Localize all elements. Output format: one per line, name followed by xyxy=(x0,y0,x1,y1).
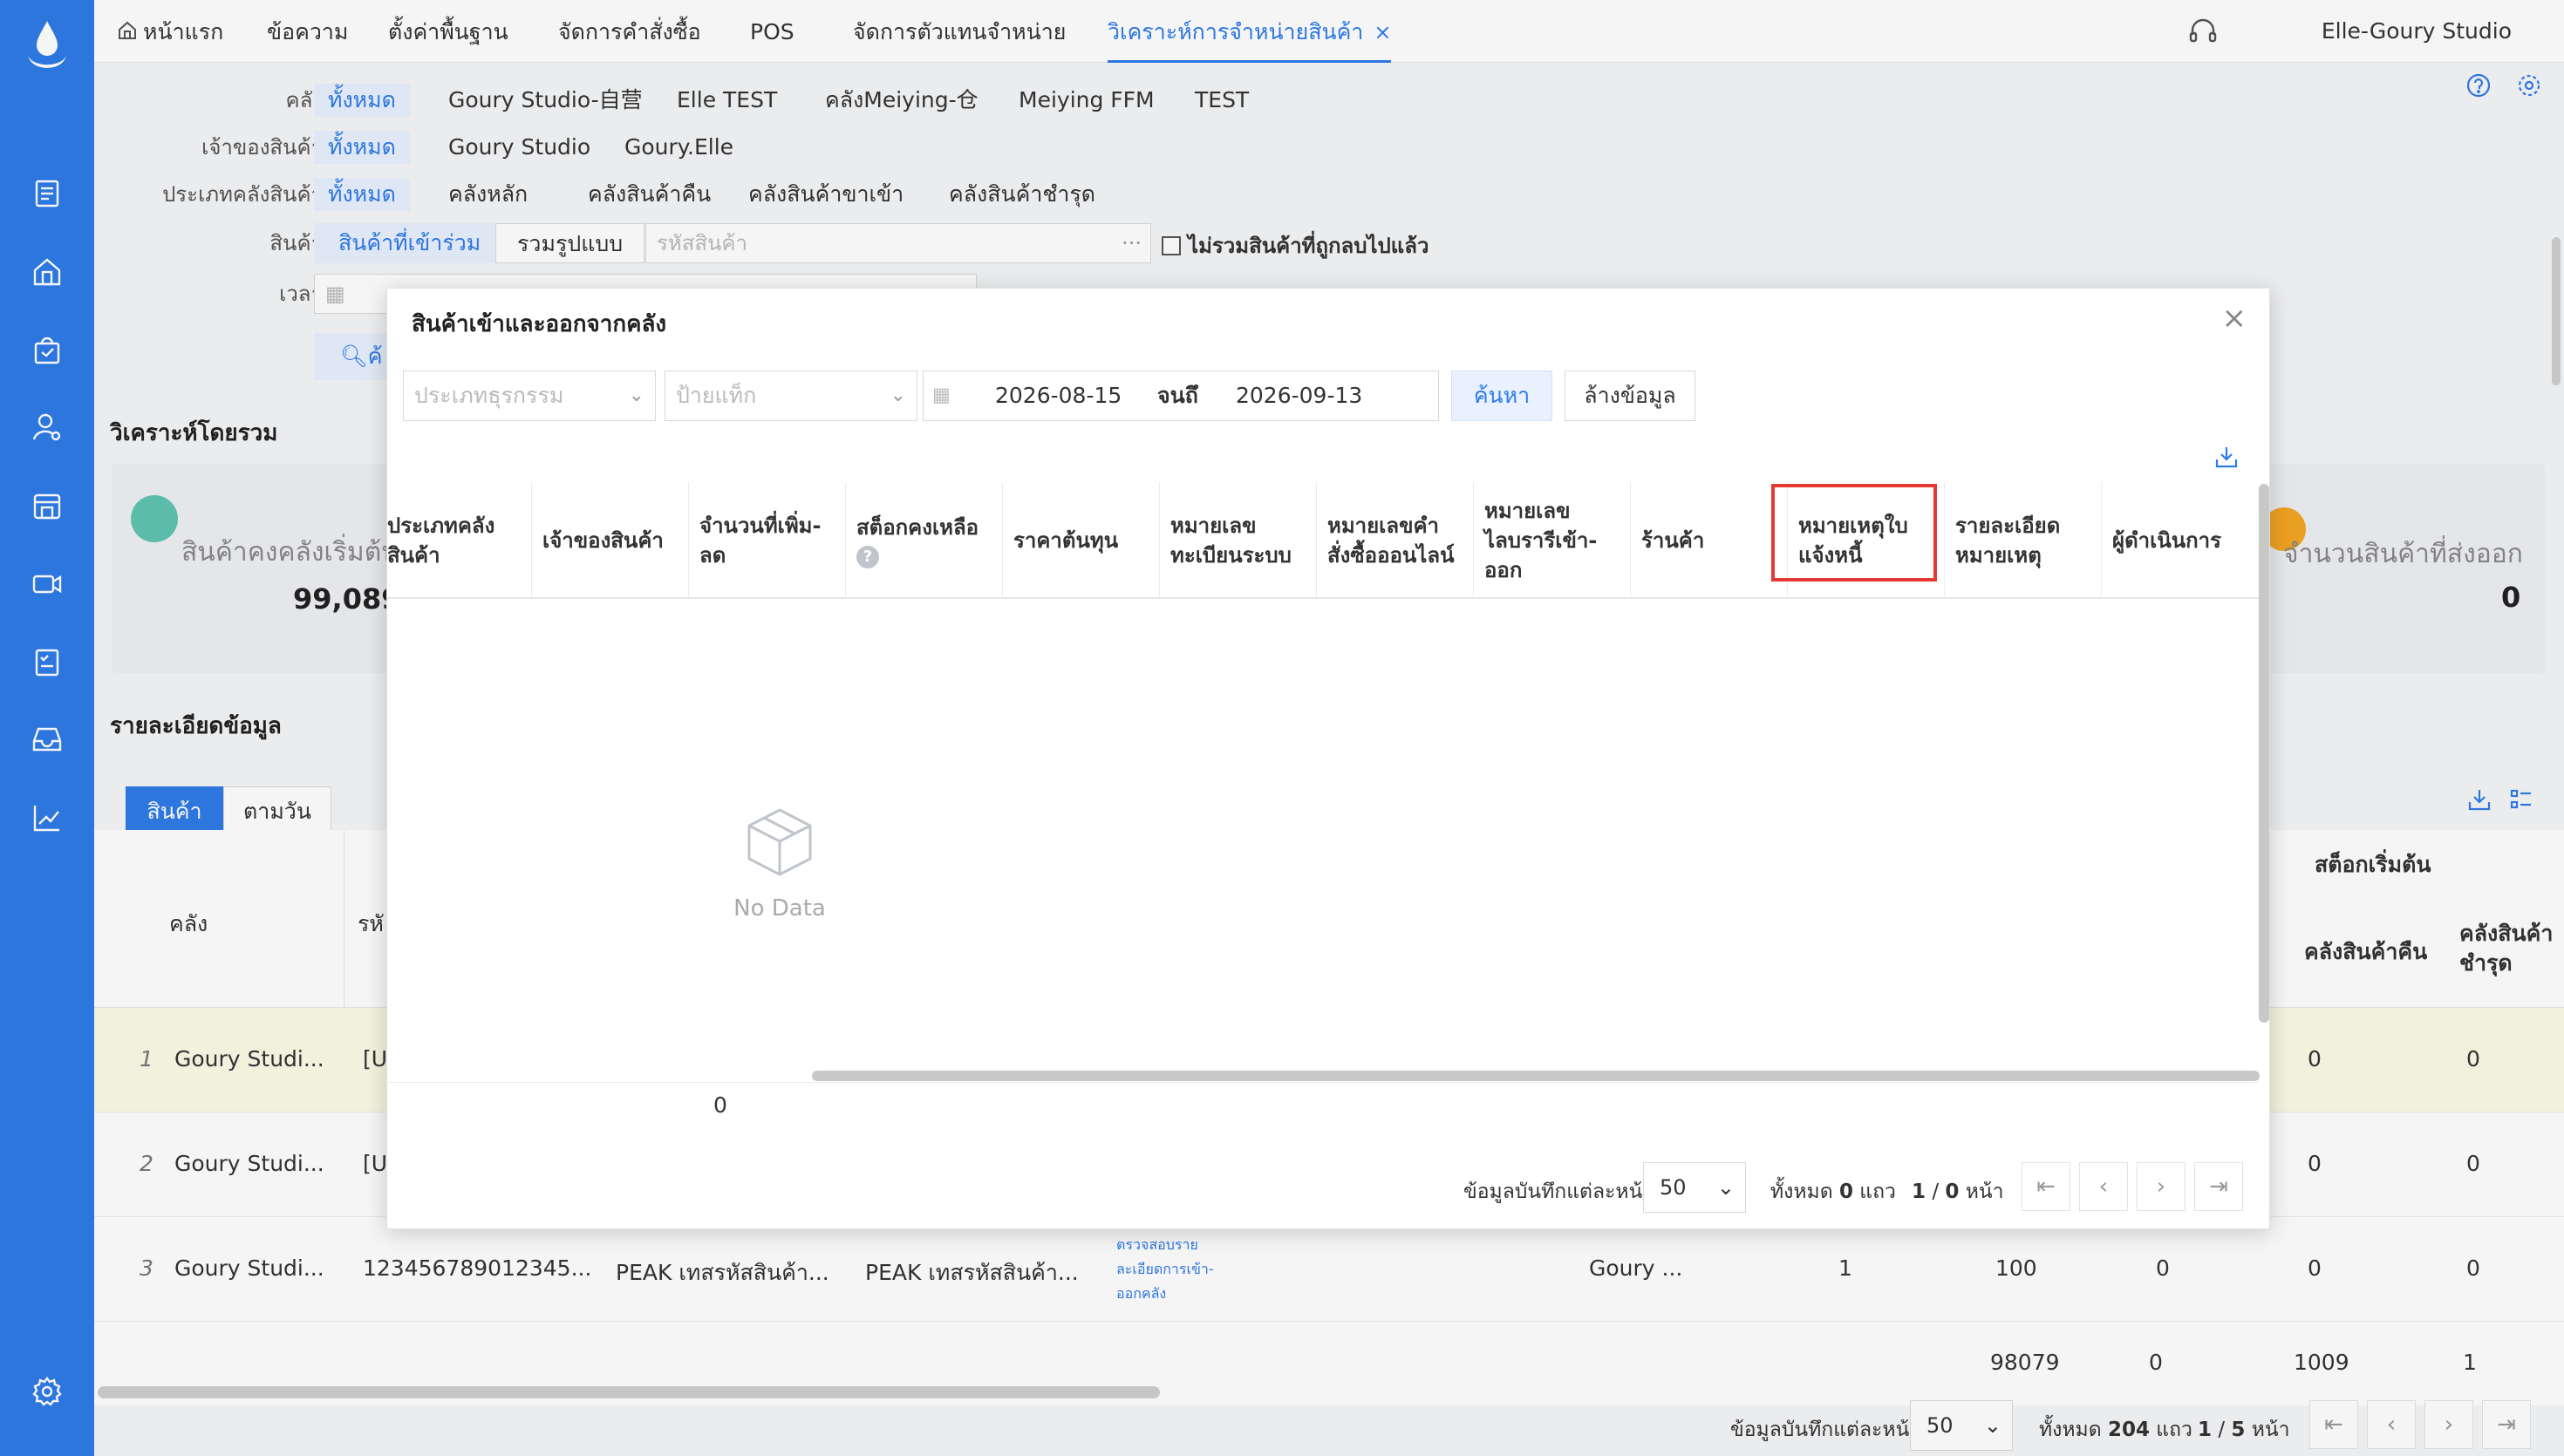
col-header-note-detail[interactable]: รายละเอียดหมายเหตุ xyxy=(1945,482,2102,599)
no-data-text: No Data xyxy=(733,895,826,922)
per-page-select[interactable]: 50 ⌄ xyxy=(1643,1162,1746,1213)
col-header-shop[interactable]: ร้านค้า xyxy=(1631,482,1788,599)
col-label: สต็อกคงเหลือ xyxy=(856,515,979,540)
col-label: รายละเอียด xyxy=(1955,514,2061,538)
transaction-type-select[interactable]: ประเภทธุรกรรม ⌄ xyxy=(403,371,656,421)
divider xyxy=(387,1082,2259,1083)
col-label: ผู้ดำเนินการ xyxy=(2112,528,2222,553)
stock-inout-modal: สินค้าเข้าและออกจากคลัง × ประเภทธุรกรรม ⌄… xyxy=(386,288,2270,1229)
page-unit: หน้า xyxy=(1965,1180,2004,1203)
col-label: หมายเลข xyxy=(1170,514,1257,538)
date-range-picker[interactable]: ▦ 2026-08-15 จนถึ 2026-09-13 xyxy=(923,371,1439,421)
total-unit: แถว xyxy=(1859,1180,1896,1203)
total-rows: ทั้งหมด 0 แถว xyxy=(1770,1176,1896,1208)
col-header-remaining-stock[interactable]: สต็อกคงเหลือ? xyxy=(846,482,1003,599)
col-label: ประเภทคลัง xyxy=(387,514,495,538)
col-label: หมายเหตุ xyxy=(1955,543,2042,568)
no-data-placeholder: No Data xyxy=(727,803,832,922)
col-label: ร้านค้า xyxy=(1641,528,1705,553)
col-label: ลด xyxy=(699,543,726,568)
col-header-online-order-no[interactable]: หมายเลขคำสั่งซื้อออนไลน์ xyxy=(1317,482,1474,599)
date-to[interactable]: 2026-09-13 xyxy=(1236,371,1362,420)
empty-box-icon xyxy=(747,808,812,876)
date-separator: จนถึ xyxy=(1157,383,1198,408)
modal-search-button[interactable]: ค้นหา xyxy=(1451,371,1552,421)
date-from[interactable]: 2026-08-15 xyxy=(995,371,1122,420)
chevron-down-icon: ⌄ xyxy=(1716,1175,1735,1200)
col-header-qty-change[interactable]: จำนวนที่เพิ่ม- ลด xyxy=(689,482,846,599)
col-label: หมายเลข xyxy=(1484,499,1571,523)
col-label: หมายเลขคำ xyxy=(1327,514,1440,538)
modal-vertical-scrollbar[interactable] xyxy=(2259,484,2269,1023)
col-label: ไลบรารีเข้า- xyxy=(1484,528,1598,553)
col-label: สินค้า xyxy=(387,543,440,568)
col-header-inout-library-no[interactable]: หมายเลขไลบรารีเข้า- ออก xyxy=(1474,482,1631,599)
col-label: ราคาต้นทุน xyxy=(1013,528,1119,553)
tag-select[interactable]: ป้ายแท็ก ⌄ xyxy=(665,371,917,421)
col-label: ทะเบียนระบบ xyxy=(1170,543,1292,568)
chevron-down-icon: ⌄ xyxy=(628,384,644,406)
total-prefix: ทั้งหมด xyxy=(1770,1180,1833,1203)
col-header-cost-price[interactable]: ราคาต้นทุน xyxy=(1003,482,1160,599)
close-icon[interactable]: × xyxy=(2222,301,2247,336)
placeholder: ป้ายแท็ก xyxy=(676,383,757,408)
page-indicator: 1 / 0 หน้า xyxy=(1912,1180,2004,1203)
first-page-button[interactable]: ⇤ xyxy=(2022,1162,2070,1211)
col-label: จำนวนที่เพิ่ม- xyxy=(699,514,822,538)
col-header-warehouse-type[interactable]: ประเภทคลังสินค้า xyxy=(387,482,532,599)
per-page-value: 50 xyxy=(1660,1175,1687,1200)
modal-pagination: ข้อมูลบันทึกแต่ละหน้า 50 ⌄ ทั้งหมด 0 แถว … xyxy=(1463,1160,2257,1213)
placeholder: ประเภทธุรกรรม xyxy=(414,383,564,408)
current-page: 1 xyxy=(1912,1180,1926,1203)
help-icon[interactable]: ? xyxy=(856,546,879,568)
col-label: สั่งซื้อออนไลน์ xyxy=(1327,543,1455,568)
col-header-operator[interactable]: ผู้ดำเนินการ xyxy=(2102,482,2259,599)
per-page-label: ข้อมูลบันทึกแต่ละหน้า xyxy=(1463,1180,1654,1203)
modal-clear-button[interactable]: ล้างข้อมูล xyxy=(1565,371,1695,421)
col-label: เจ้าของสินค้า xyxy=(542,528,664,553)
col-header-system-reg-no[interactable]: หมายเลขทะเบียนระบบ xyxy=(1160,482,1317,599)
total-count: 0 xyxy=(1838,1180,1853,1203)
calendar-icon: ▦ xyxy=(932,384,951,406)
last-page-button[interactable]: ⇥ xyxy=(2194,1162,2243,1211)
col-header-owner[interactable]: เจ้าของสินค้า xyxy=(532,482,689,599)
col-label: ออก xyxy=(1484,558,1523,582)
modal-table-header: ประเภทคลังสินค้า เจ้าของสินค้า จำนวนที่เ… xyxy=(387,482,2259,599)
export-icon[interactable] xyxy=(2213,444,2243,473)
modal-title: สินค้าเข้าและออกจากคลัง xyxy=(412,311,667,337)
total-pages: 0 xyxy=(1945,1180,1960,1203)
modal-horizontal-scrollbar[interactable] xyxy=(812,1071,2260,1081)
chevron-down-icon: ⌄ xyxy=(890,384,906,406)
prev-page-button[interactable]: ‹ xyxy=(2079,1162,2128,1211)
next-page-button[interactable]: › xyxy=(2137,1162,2186,1211)
modal-footer-total: 0 xyxy=(713,1092,727,1118)
highlight-box xyxy=(1771,484,1937,582)
